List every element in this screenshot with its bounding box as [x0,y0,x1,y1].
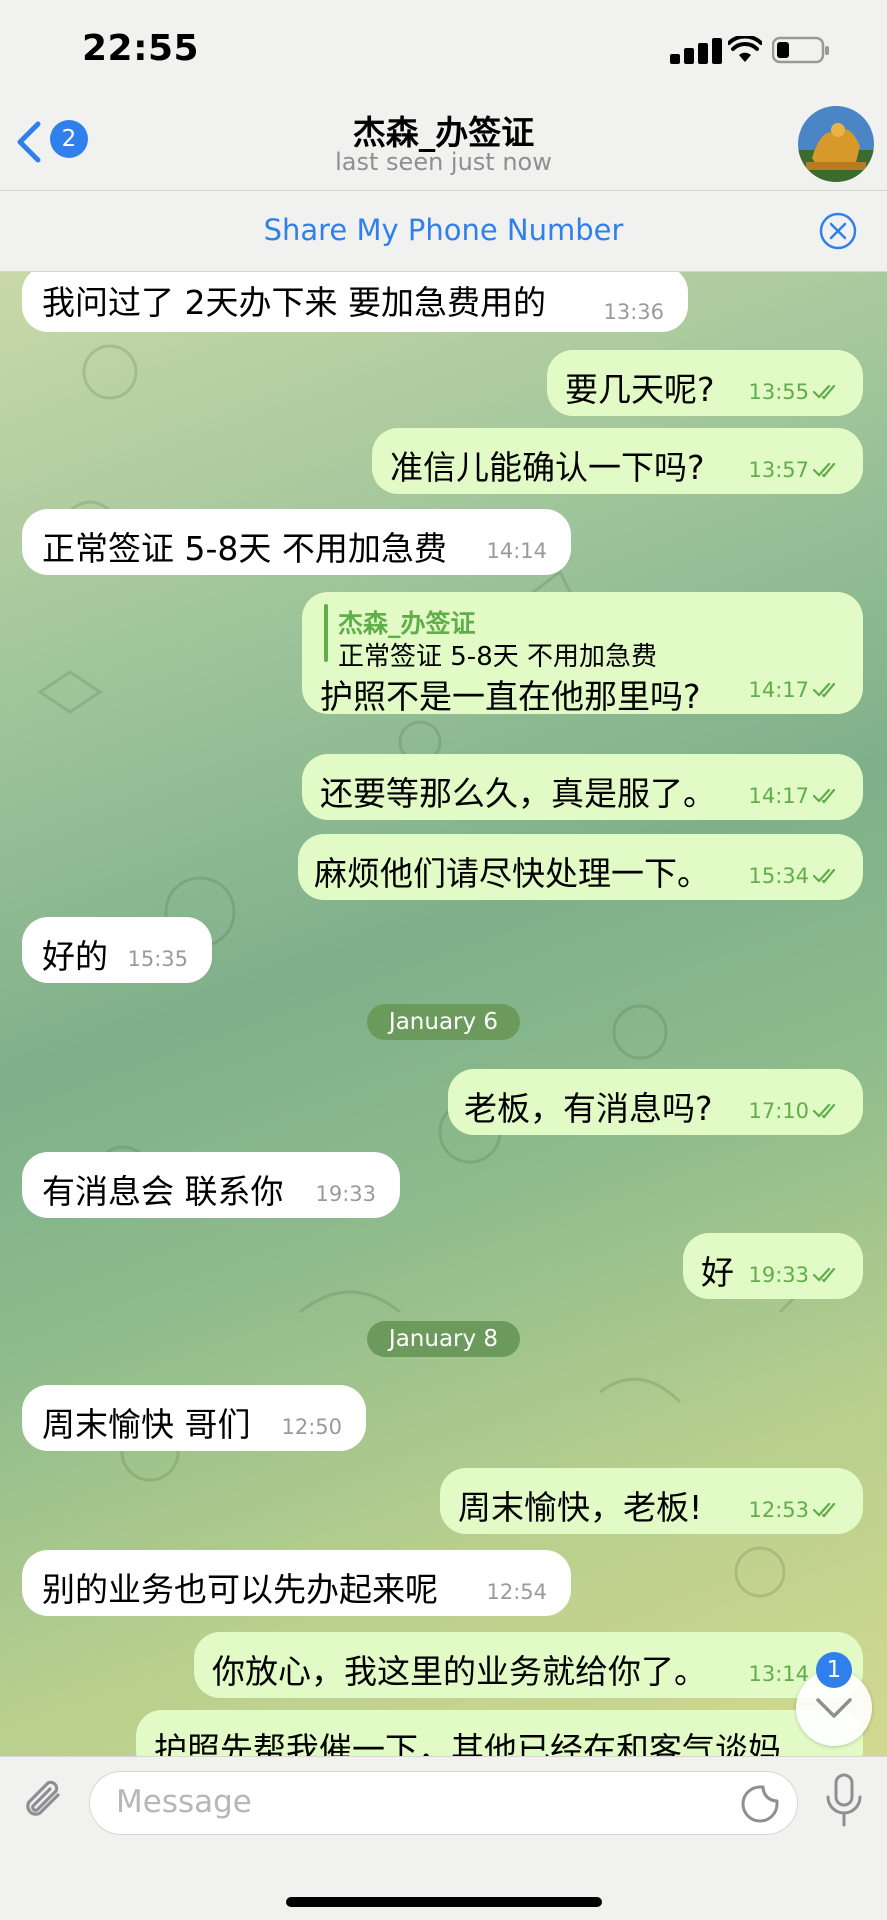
read-check-icon [813,1103,836,1119]
message-text: 护照先帮我催一下，其他已经在和客气谈妈 [154,1730,781,1756]
message-text: 好的 [42,937,108,976]
message-outgoing[interactable]: 麻烦他们请尽快处理一下。 15:34 [298,834,863,900]
message-time: 19:33 [315,1182,376,1206]
message-input[interactable]: Message [89,1771,798,1835]
message-placeholder: Message [116,1784,252,1820]
share-phone-banner: Share My Phone Number [0,191,887,272]
message-time: 13:57 [748,458,809,482]
close-circle-icon[interactable] [818,211,858,251]
status-time: 22:55 [82,28,200,69]
chat-header: 2 杰森_办签证 last seen just now [0,100,887,191]
date-separator: January 8 [367,1321,520,1357]
message-time: 14:14 [486,539,547,563]
read-check-icon [813,682,836,698]
last-seen-status: last seen just now [335,148,552,176]
message-text: 别的业务也可以先办起来呢 [42,1570,438,1609]
message-outgoing[interactable]: 要几天呢? 13:55 [547,350,863,416]
reply-author: 杰森_办签证 [338,609,476,638]
paperclip-icon[interactable] [20,1775,70,1829]
message-outgoing[interactable]: 准信儿能确认一下吗? 13:57 [372,428,863,494]
message-text: 好 [701,1253,734,1292]
message-time: 13:36 [603,300,664,324]
reply-bar [324,604,328,662]
read-check-icon [813,788,836,804]
unread-badge: 1 [816,1652,852,1688]
message-outgoing[interactable]: 你放心，我这里的业务就给你了。 13:14 [194,1632,863,1698]
message-text: 老板，有消息吗? [464,1089,713,1128]
chevron-down-icon [816,1698,852,1718]
message-time: 12:50 [281,1415,342,1439]
message-outgoing[interactable]: 好 19:33 [683,1233,863,1299]
message-outgoing[interactable]: 周末愉快，老板! 12:53 [440,1468,863,1534]
chat-title[interactable]: 杰森_办签证 [0,106,887,154]
message-time: 12:53 [748,1498,809,1522]
message-incoming[interactable]: 周末愉快 哥们 12:50 [22,1385,366,1451]
message-text: 还要等那么久，真是服了。 [320,774,716,813]
reply-text: 正常签证 5-8天 不用加急费 [338,642,657,672]
message-outgoing[interactable]: 老板，有消息吗? 17:10 [448,1069,863,1135]
message-incoming[interactable]: 正常签证 5-8天 不用加急费 14:14 [22,509,571,575]
message-list[interactable]: 我问过了 2天办下来 要加急费用的 13:36 要几天呢? 13:55 准信儿能… [0,272,887,1756]
date-separator: January 6 [367,1004,520,1040]
message-outgoing[interactable]: 护照先帮我催一下，其他已经在和客气谈妈 [136,1710,863,1756]
message-time: 19:33 [748,1263,809,1287]
message-time: 12:54 [486,1580,547,1604]
message-time: 13:55 [748,380,809,404]
cellular-signal-icon [670,38,722,64]
wifi-icon [728,36,762,62]
message-incoming[interactable]: 有消息会 联系你 19:33 [22,1152,400,1218]
message-incoming[interactable]: 别的业务也可以先办起来呢 12:54 [22,1550,571,1616]
message-text: 麻烦他们请尽快处理一下。 [314,854,710,893]
read-check-icon [813,868,836,884]
battery-icon [772,36,829,64]
message-text: 我问过了 2天办下来 要加急费用的 [42,283,546,322]
message-time: 15:35 [127,947,188,971]
status-bar: 22:55 [0,0,887,100]
read-check-icon [813,462,836,478]
message-text: 正常签证 5-8天 不用加急费 [42,529,447,568]
message-incoming[interactable]: 我问过了 2天办下来 要加急费用的 13:36 [22,272,688,332]
message-composer: Message [0,1756,887,1920]
message-time: 13:14 [748,1662,809,1686]
message-time: 14:17 [748,678,809,702]
message-time: 14:17 [748,784,809,808]
message-text: 周末愉快，老板! [458,1488,703,1527]
message-outgoing-reply[interactable]: 杰森_办签证 正常签证 5-8天 不用加急费 护照不是一直在他那里吗? 14:1… [302,592,863,716]
message-time: 17:10 [748,1099,809,1123]
sticker-icon[interactable] [740,1784,780,1824]
share-phone-button[interactable]: Share My Phone Number [0,213,887,247]
read-check-icon [813,1267,836,1283]
home-indicator[interactable] [286,1897,602,1907]
message-text: 有消息会 联系你 [42,1172,284,1211]
read-check-icon [813,1502,836,1518]
message-text: 准信儿能确认一下吗? [390,448,705,487]
message-text: 要几天呢? [565,370,715,409]
avatar[interactable] [798,106,874,182]
microphone-icon[interactable] [822,1771,866,1831]
message-incoming[interactable]: 好的 15:35 [22,917,212,983]
message-text: 周末愉快 哥们 [42,1405,251,1444]
message-time: 15:34 [748,864,809,888]
message-text: 护照不是一直在他那里吗? [320,677,701,716]
read-check-icon [813,384,836,400]
message-outgoing[interactable]: 还要等那么久，真是服了。 14:17 [302,754,863,820]
message-text: 你放心，我这里的业务就给你了。 [212,1652,707,1691]
